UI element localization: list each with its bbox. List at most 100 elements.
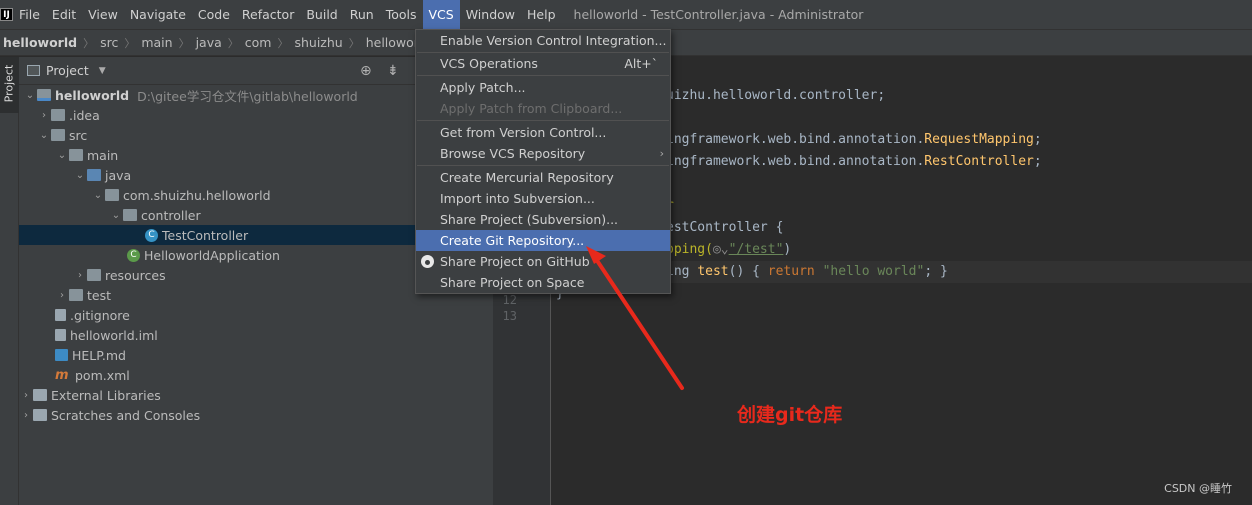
tree-label: HELP.md	[72, 347, 126, 363]
chevron-down-icon[interactable]: ⌄	[55, 150, 69, 161]
menu-item-label: Get from Version Control...	[440, 125, 607, 140]
library-icon	[33, 389, 47, 401]
menu-item-create-mercurial[interactable]: Create Mercurial Repository	[416, 167, 670, 188]
package-icon	[123, 209, 137, 221]
tree-label: helloworld.iml	[70, 327, 158, 343]
url-mapping-icon[interactable]: ◎⌄	[713, 242, 729, 257]
menu-separator	[417, 75, 669, 76]
project-panel-title[interactable]: Project	[46, 63, 89, 78]
tree-label: Scratches and Consoles	[51, 407, 201, 423]
menu-item-label: Import into Subversion...	[440, 191, 595, 206]
collapse-all-icon[interactable]: ⇟	[387, 63, 399, 79]
folder-icon	[51, 129, 65, 141]
iml-file-icon	[55, 329, 66, 341]
folder-icon	[69, 289, 83, 301]
menu-item-label: VCS Operations	[440, 56, 538, 71]
chevron-right-icon[interactable]: ›	[55, 290, 69, 301]
menu-item-label: Create Mercurial Repository	[440, 170, 614, 185]
chevron-right-icon[interactable]: ›	[73, 270, 87, 281]
watermark: CSDN @睡竹	[1164, 482, 1232, 495]
annotation-arrow-icon	[586, 246, 684, 390]
code-string: "hello world"	[822, 264, 925, 279]
code-keyword: return	[767, 264, 823, 279]
tree-row[interactable]: helloworld.iml	[19, 325, 493, 345]
chevron-right-icon[interactable]: ›	[19, 390, 33, 401]
tree-label: pom.xml	[75, 367, 130, 383]
project-tool-tab-label: Project	[2, 64, 16, 103]
menu-item-browse-vcs[interactable]: Browse VCS Repository ›	[416, 143, 670, 164]
chevron-down-icon[interactable]: ⌄	[37, 130, 51, 141]
menu-bar: IJ File Edit View Navigate Code Refactor…	[0, 0, 1252, 29]
breadcrumb-item[interactable]: helloworld	[3, 35, 77, 50]
menu-build[interactable]: Build	[300, 0, 343, 29]
menu-run[interactable]: Run	[344, 0, 380, 29]
tree-label: com.shuizhu.helloworld	[123, 187, 271, 203]
project-tool-tab[interactable]: Project	[0, 57, 19, 113]
spring-class-icon: C	[127, 248, 140, 262]
chevron-right-icon: 〉	[178, 36, 190, 50]
menu-navigate[interactable]: Navigate	[124, 0, 192, 29]
github-icon	[421, 255, 434, 268]
menu-item-import-subversion[interactable]: Import into Subversion...	[416, 188, 670, 209]
tree-label: HelloworldApplication	[144, 247, 280, 263]
tree-label: TestController	[162, 227, 249, 243]
menu-vcs[interactable]: VCS	[422, 0, 460, 29]
menu-separator	[417, 120, 669, 121]
window-title: helloworld - TestController.java - Admin…	[573, 7, 864, 22]
menu-item-share-subversion[interactable]: Share Project (Subversion)...	[416, 209, 670, 230]
intellij-logo-icon: IJ	[0, 8, 13, 21]
menu-item-label: Create Git Repository...	[440, 233, 585, 248]
tree-row[interactable]: › Scratches and Consoles	[19, 405, 493, 425]
module-icon	[37, 89, 51, 101]
menu-code[interactable]: Code	[192, 0, 236, 29]
chevron-down-icon[interactable]: ▼	[99, 66, 106, 76]
tree-row[interactable]: › External Libraries	[19, 385, 493, 405]
code-line: ingframework.web.bind.annotation.RestCon…	[666, 154, 1042, 169]
tree-label: controller	[141, 207, 201, 223]
menu-refactor[interactable]: Refactor	[236, 0, 300, 29]
chevron-down-icon[interactable]: ⌄	[91, 190, 105, 201]
menu-item-label: Share Project on GitHub	[440, 254, 590, 269]
breadcrumb-item[interactable]: main	[141, 35, 172, 50]
menu-view[interactable]: View	[82, 0, 124, 29]
code-string-link[interactable]: "/test"	[729, 242, 784, 257]
tree-row[interactable]: m pom.xml	[19, 365, 493, 385]
menu-window[interactable]: Window	[460, 0, 521, 29]
tree-label: External Libraries	[51, 387, 161, 403]
menu-item-enable-vcs[interactable]: Enable Version Control Integration...	[416, 30, 670, 51]
tree-row[interactable]: .gitignore	[19, 305, 493, 325]
chevron-right-icon[interactable]: ›	[19, 410, 33, 421]
gitignore-icon	[55, 309, 66, 321]
chevron-right-icon: 〉	[227, 36, 239, 50]
chevron-down-icon[interactable]: ⌄	[73, 170, 87, 181]
locate-icon[interactable]: ⊕	[360, 63, 372, 79]
menu-item-vcs-operations[interactable]: VCS Operations Alt+`	[416, 53, 670, 74]
menu-tools[interactable]: Tools	[380, 0, 423, 29]
code-line: uizhu.helloworld.controller;	[666, 88, 886, 103]
chevron-right-icon: 〉	[124, 36, 136, 50]
breadcrumb-item[interactable]: shuizhu	[294, 35, 342, 50]
annotation-label: 创建git仓库	[737, 404, 843, 426]
menu-item-label: Browse VCS Repository	[440, 146, 586, 161]
code-line: ingframework.web.bind.annotation.Request…	[666, 132, 1042, 147]
code-method-name: test	[697, 264, 729, 279]
chevron-right-icon: 〉	[277, 36, 289, 50]
chevron-down-icon[interactable]: ⌄	[109, 210, 123, 221]
code-text: ingframework.web.bind.annotation.	[666, 154, 925, 169]
menu-item-get-from-vcs[interactable]: Get from Version Control...	[416, 122, 670, 143]
menu-edit[interactable]: Edit	[46, 0, 82, 29]
menu-item-label: Apply Patch...	[440, 80, 526, 95]
menu-file[interactable]: File	[13, 0, 46, 29]
breadcrumb-item[interactable]: java	[196, 35, 222, 50]
breadcrumb-item[interactable]: com	[245, 35, 272, 50]
source-folder-icon	[87, 169, 101, 181]
tree-label: test	[87, 287, 112, 303]
chevron-right-icon[interactable]: ›	[37, 110, 51, 121]
menu-help[interactable]: Help	[521, 0, 562, 29]
maven-icon: m	[55, 367, 69, 383]
menu-item-apply-patch[interactable]: Apply Patch...	[416, 77, 670, 98]
breadcrumb-item[interactable]: src	[100, 35, 118, 50]
menu-separator	[417, 165, 669, 166]
tree-row[interactable]: HELP.md	[19, 345, 493, 365]
chevron-down-icon[interactable]: ⌄	[23, 90, 37, 101]
